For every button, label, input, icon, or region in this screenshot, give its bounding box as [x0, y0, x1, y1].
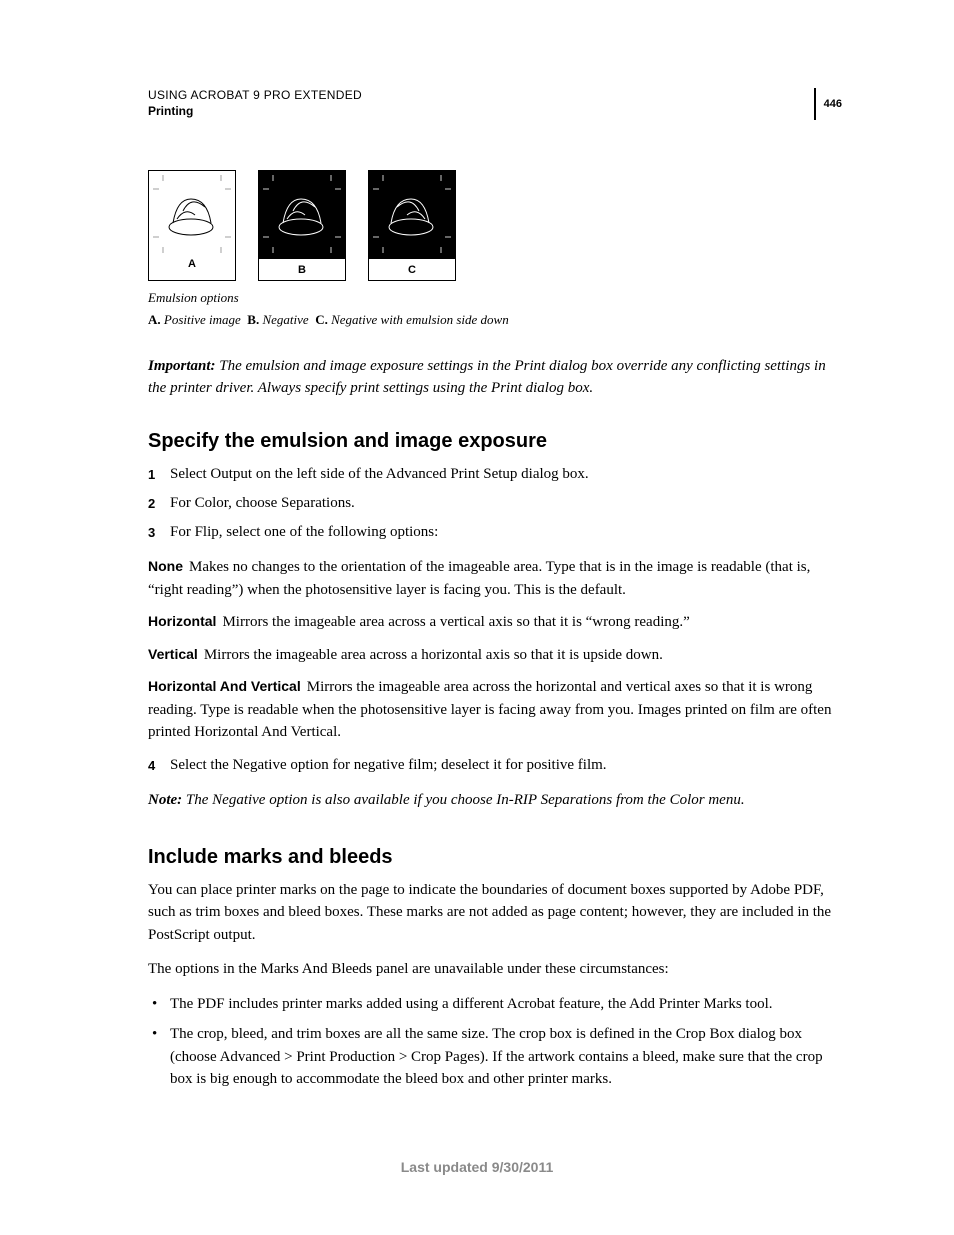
important-body: The emulsion and image exposure settings… [148, 358, 826, 396]
steps-list-continued: 4Select the Negative option for negative… [148, 754, 842, 777]
page-footer: Last updated 9/30/2011 [0, 1159, 954, 1175]
defterm-horizontal-vertical: Horizontal And VerticalMirrors the image… [148, 676, 842, 744]
important-note: Important: The emulsion and image exposu… [148, 356, 842, 400]
note-block: Note: The Negative option is also availa… [148, 789, 842, 812]
step-item: 3For Flip, select one of the following o… [148, 521, 842, 544]
defterm-vertical: VerticalMirrors the imageable area acros… [148, 644, 842, 667]
bullet-list: •The PDF includes printer marks added us… [148, 993, 842, 1091]
emulsion-figure: A [148, 170, 842, 281]
paragraph: You can place printer marks on the page … [148, 879, 842, 947]
page-number: 446 [824, 98, 842, 110]
list-item: •The crop, bleed, and trim boxes are all… [148, 1023, 842, 1091]
heading-marks-bleeds: Include marks and bleeds [148, 846, 842, 869]
section-label: Printing [148, 104, 814, 118]
figure-caption-title: Emulsion options [148, 289, 842, 307]
defterm-horizontal: HorizontalMirrors the imageable area acr… [148, 611, 842, 634]
step-item: 2For Color, choose Separations. [148, 492, 842, 515]
figure-cell-c: C [368, 170, 456, 281]
figure-label-b: B [259, 259, 345, 280]
note-label: Note: [148, 792, 182, 808]
figure-cell-b: B [258, 170, 346, 281]
figure-caption-options: A. Positive image B. Negative C. Negativ… [148, 311, 842, 329]
figure-cell-a: A [148, 170, 236, 281]
figure-label-c: C [369, 259, 455, 280]
step-item: 4Select the Negative option for negative… [148, 754, 842, 777]
important-label: Important: [148, 358, 216, 374]
note-body: The Negative option is also available if… [186, 792, 745, 808]
steps-list: 1Select Output on the left side of the A… [148, 463, 842, 545]
heading-emulsion: Specify the emulsion and image exposure [148, 430, 842, 453]
paragraph: The options in the Marks And Bleeds pane… [148, 958, 842, 981]
list-item: •The PDF includes printer marks added us… [148, 993, 842, 1016]
document-title: USING ACROBAT 9 PRO EXTENDED [148, 88, 814, 102]
defterm-none: NoneMakes no changes to the orientation … [148, 556, 842, 601]
page-header: USING ACROBAT 9 PRO EXTENDED Printing 44… [148, 88, 842, 120]
figure-label-a: A [153, 259, 231, 270]
page-number-block: 446 [814, 88, 842, 120]
step-item: 1Select Output on the left side of the A… [148, 463, 842, 486]
